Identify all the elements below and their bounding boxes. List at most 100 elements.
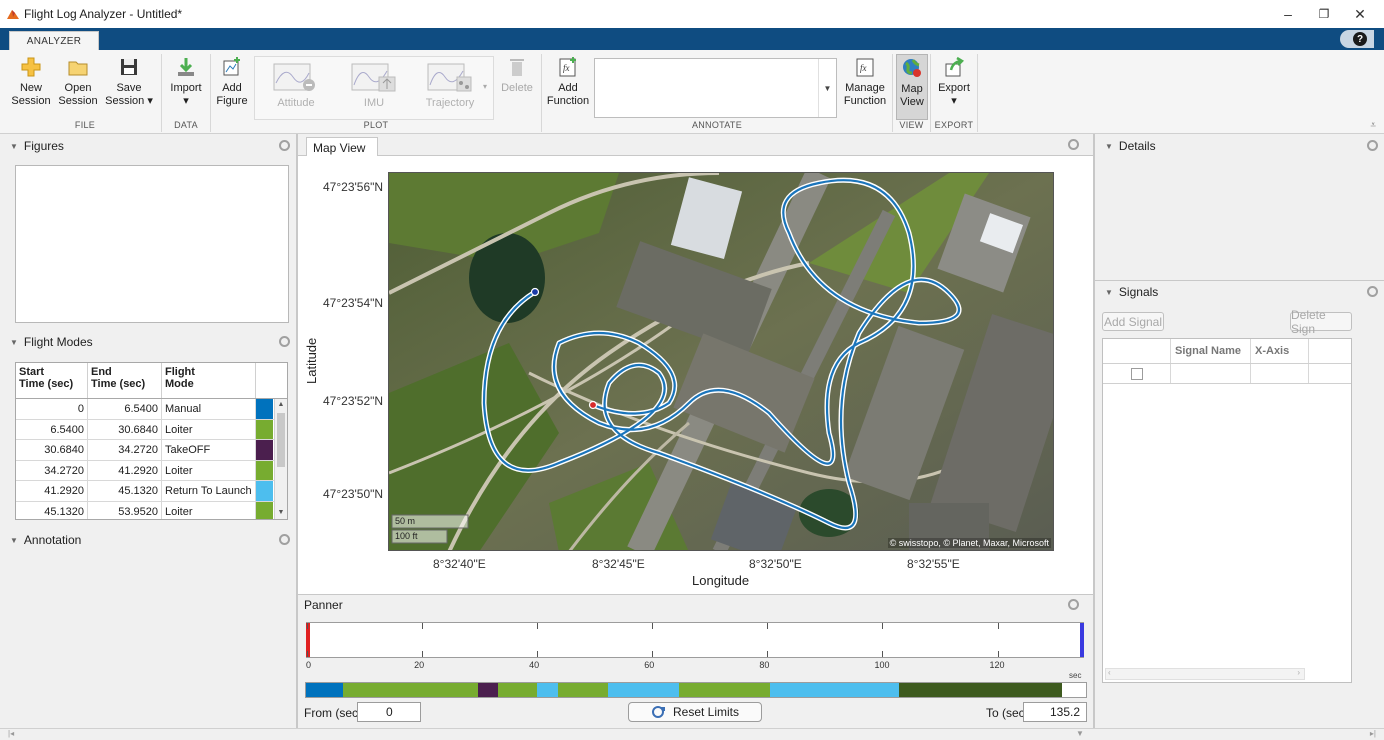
table-row[interactable]: 45.1320 53.9520 Loiter [16,501,287,519]
x-axis-label: Longitude [692,573,750,588]
function-dropdown[interactable]: ▼ [594,58,837,118]
end-time-cell[interactable]: 41.2920 [88,460,162,481]
open-session-button[interactable]: Open Session [56,54,100,120]
gallery-expand-icon[interactable]: ▾ [483,82,487,91]
end-time-cell[interactable]: 30.6840 [88,419,162,440]
flight-mode-cell[interactable]: Return To Launch [162,481,256,501]
figures-panel-header[interactable]: ▼ Figures [0,136,296,156]
checkbox[interactable] [1130,367,1143,380]
new-session-label-1: New [19,82,42,94]
scroll-down-icon[interactable]: ▼ [275,507,287,519]
column-header-mode[interactable]: Flight Mode [162,363,256,398]
panel-options-icon[interactable] [1367,286,1378,297]
column-header-end[interactable]: End Time (sec) [88,363,162,398]
panel-options-icon[interactable] [1068,139,1079,150]
panel-options-icon[interactable] [1367,140,1378,151]
scroll-left-icon[interactable]: ‹ [1108,668,1111,677]
table-row[interactable]: 6.5400 30.6840 Loiter [16,419,287,441]
panner-right-handle[interactable] [1080,623,1084,657]
flight-modes-panel-header[interactable]: ▼ Flight Modes [0,332,296,352]
map-view-button[interactable]: Map View [896,54,928,120]
table-row[interactable]: 0 6.5400 Manual [16,399,287,420]
scroll-thumb[interactable] [277,413,285,467]
panel-options-icon[interactable] [279,336,290,347]
collapse-toolstrip-icon[interactable]: ⩡ [1370,120,1376,131]
flight-mode-cell[interactable]: Manual [162,399,256,419]
tab-analyzer[interactable]: ANALYZER [9,31,99,50]
flight-mode-cell[interactable]: TakeOFF [162,440,256,460]
to-field[interactable]: 135.2 [1023,702,1087,722]
end-time-cell[interactable]: 45.1320 [88,481,162,501]
column-header-signal-name[interactable]: Signal Name [1171,339,1251,363]
tab-map-view[interactable]: Map View [306,137,378,157]
annotation-panel-header[interactable]: ▼ Annotation [0,530,296,550]
table-row[interactable]: 41.2920 45.1320 Return To Launch [16,481,287,502]
help-button[interactable]: ? [1340,30,1374,48]
flight-mode-cell[interactable]: Loiter [162,501,256,519]
scroll-right-icon[interactable]: › [1297,668,1300,677]
panner-track[interactable] [306,622,1084,658]
chevron-down-icon[interactable]: ▼ [818,59,836,117]
delete-button[interactable]: Delete [498,54,536,120]
row-checkbox-cell [1103,364,1171,383]
export-button[interactable]: Export ▾ [934,54,974,120]
table-row[interactable] [1103,364,1351,384]
imu-plot-button[interactable]: IMU [339,63,409,113]
column-header-select[interactable] [1103,339,1171,363]
collapse-bottom-icon[interactable]: ▼ [1076,729,1084,738]
column-header-x-axis[interactable]: X-Axis [1251,339,1309,363]
horizontal-scrollbar[interactable]: ‹ › [1105,668,1305,680]
table-row[interactable]: 30.6840 34.2720 TakeOFF [16,440,287,461]
column-header-start[interactable]: Start Time (sec) [16,363,88,398]
flight-mode-cell[interactable]: Loiter [162,419,256,440]
start-time-cell[interactable]: 45.1320 [16,501,88,519]
mode-color-swatch[interactable] [256,460,273,481]
start-time-cell[interactable]: 41.2920 [16,481,88,501]
start-time-cell[interactable]: 6.5400 [16,419,88,440]
trajectory-plot-button[interactable]: Trajectory [415,63,485,113]
minimize-button[interactable]: – [1270,0,1306,28]
flight-mode-cell[interactable]: Loiter [162,460,256,481]
mode-color-swatch[interactable] [256,399,273,419]
satellite-map[interactable]: 50 m 100 ft © swisstopo, © Planet, Maxar… [388,172,1054,551]
table-scrollbar[interactable]: ▲ ▼ [274,399,287,519]
details-panel-header[interactable]: ▼ Details [1095,136,1384,156]
scroll-up-icon[interactable]: ▲ [275,399,287,411]
attitude-plot-button[interactable]: Attitude [261,63,331,113]
splitter[interactable] [1093,134,1095,728]
close-button[interactable]: ✕ [1342,0,1378,28]
figures-list[interactable] [15,165,289,323]
collapse-left-icon[interactable]: |◂ [8,729,14,738]
delete-signal-button[interactable]: Delete Sign [1290,308,1352,336]
end-time-cell[interactable]: 34.2720 [88,440,162,460]
collapse-right-icon[interactable]: ▸| [1370,729,1376,738]
save-session-button[interactable]: Save Session ▾ [104,54,154,120]
mode-color-swatch[interactable] [256,481,273,501]
mode-color-swatch[interactable] [256,419,273,440]
from-field[interactable]: 0 [357,702,421,722]
end-time-cell[interactable]: 6.5400 [88,399,162,419]
signal-name-cell[interactable] [1171,364,1251,383]
mode-color-swatch[interactable] [256,501,273,519]
reset-limits-button[interactable]: Reset Limits [628,702,762,722]
start-time-cell[interactable]: 0 [16,399,88,419]
restore-button[interactable]: ❐ [1306,0,1342,28]
start-time-cell[interactable]: 30.6840 [16,440,88,460]
panel-options-icon[interactable] [279,140,290,151]
new-session-button[interactable]: New Session [10,54,52,120]
end-time-cell[interactable]: 53.9520 [88,501,162,519]
mode-color-swatch[interactable] [256,440,273,460]
table-row[interactable]: 34.2720 41.2920 Loiter [16,460,287,482]
panel-options-icon[interactable] [279,534,290,545]
add-figure-button[interactable]: Add Figure [213,54,251,120]
delete-label: Delete [501,82,533,94]
panel-options-icon[interactable] [1068,599,1079,610]
manage-function-button[interactable]: fx Manage Function [841,54,889,120]
x-axis-cell[interactable] [1251,364,1309,383]
signals-panel-header[interactable]: ▼ Signals [1095,282,1384,302]
start-time-cell[interactable]: 34.2720 [16,460,88,481]
import-button[interactable]: Import ▾ [166,54,206,120]
add-function-button[interactable]: fx Add Function [545,54,591,120]
import-label-2: ▾ [183,95,189,107]
add-signal-button[interactable]: Add Signal [1102,312,1164,331]
